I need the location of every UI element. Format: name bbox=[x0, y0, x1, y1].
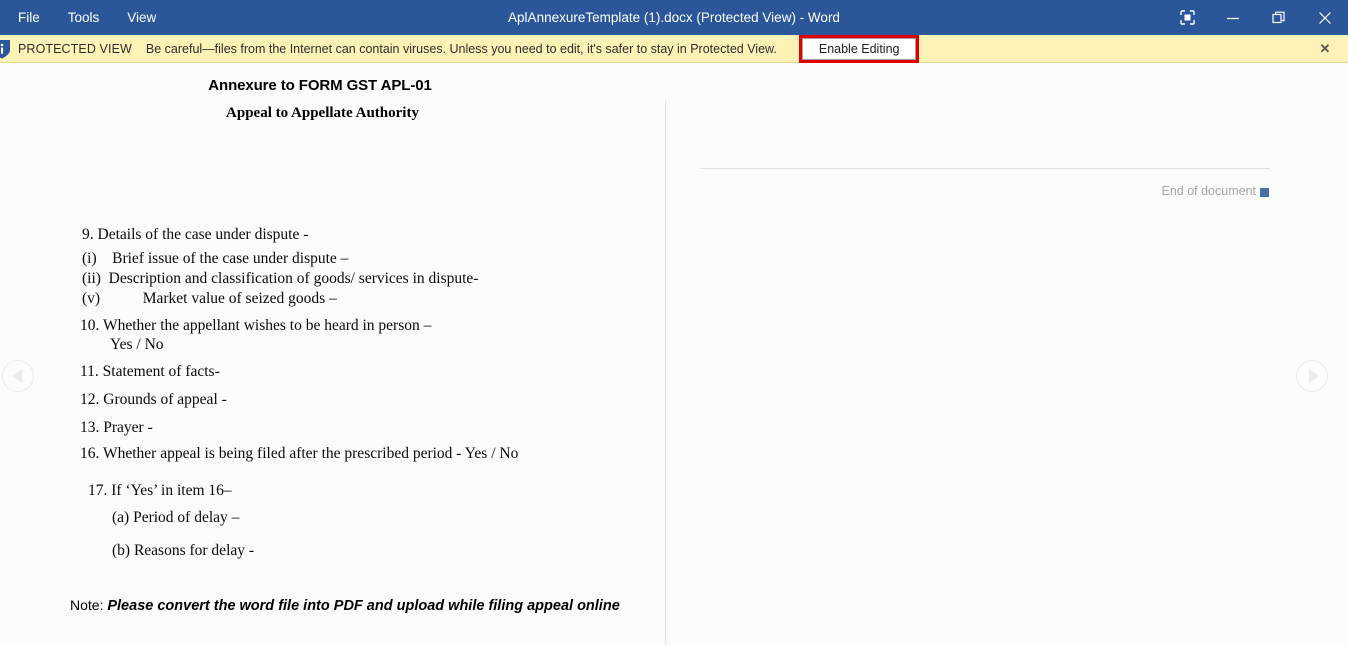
close-button[interactable] bbox=[1302, 0, 1348, 35]
window-title: AplAnnexureTemplate (1).docx (Protected … bbox=[0, 0, 1348, 35]
protected-view-message: Be careful—files from the Internet can c… bbox=[146, 42, 777, 56]
document-line: (b) Reasons for delay - bbox=[112, 542, 254, 560]
document-line: 16. Whether appeal is being filed after … bbox=[80, 445, 518, 463]
end-of-document-rule bbox=[700, 168, 1270, 169]
document-note-body: Please convert the word file into PDF an… bbox=[107, 598, 619, 614]
restore-button[interactable] bbox=[1256, 0, 1302, 35]
ribbon-display-options-button[interactable] bbox=[1164, 0, 1210, 35]
document-line: 13. Prayer - bbox=[80, 419, 153, 437]
document-workspace: Annexure to FORM GST APL-01 Appeal to Ap… bbox=[0, 64, 1348, 645]
document-line: 10. Whether the appellant wishes to be h… bbox=[80, 317, 431, 335]
document-line: 12. Grounds of appeal - bbox=[80, 391, 227, 409]
enable-editing-button[interactable]: Enable Editing bbox=[802, 38, 917, 60]
document-note: Note: Please convert the word file into … bbox=[70, 597, 620, 614]
document-page[interactable]: Annexure to FORM GST APL-01 Appeal to Ap… bbox=[0, 64, 665, 645]
document-line: 9. Details of the case under dispute - bbox=[82, 226, 308, 244]
document-line: Yes / No bbox=[110, 336, 164, 354]
document-line: 17. If ‘Yes’ in item 16– bbox=[88, 482, 232, 500]
window-controls bbox=[1164, 0, 1348, 35]
document-page-next[interactable]: End of document bbox=[666, 64, 1348, 645]
document-note-label: Note: bbox=[70, 597, 107, 613]
enable-editing-highlight: Enable Editing bbox=[799, 35, 920, 63]
previous-page-button[interactable] bbox=[2, 360, 34, 392]
document-line: (ii) Description and classification of g… bbox=[82, 270, 478, 288]
restore-icon bbox=[1272, 11, 1286, 25]
document-line: (i) Brief issue of the case under disput… bbox=[82, 250, 348, 268]
document-line: (a) Period of delay – bbox=[112, 509, 239, 527]
protected-view-label: PROTECTED VIEW bbox=[18, 42, 132, 56]
ribbon-display-options-icon bbox=[1180, 10, 1195, 25]
document-heading-main: Annexure to FORM GST APL-01 bbox=[0, 77, 640, 94]
close-icon bbox=[1318, 11, 1332, 25]
menu-item-file[interactable]: File bbox=[4, 0, 54, 35]
minimize-button[interactable] bbox=[1210, 0, 1256, 35]
next-page-button[interactable] bbox=[1296, 360, 1328, 392]
menu-item-view[interactable]: View bbox=[113, 0, 170, 35]
document-line: 11. Statement of facts- bbox=[80, 363, 220, 381]
menu-bar: File Tools View bbox=[0, 0, 170, 35]
next-page-icon bbox=[1309, 369, 1319, 383]
document-heading-sub: Appeal to Appellate Authority bbox=[0, 105, 645, 122]
end-of-document-label: End of document bbox=[666, 184, 1256, 198]
previous-page-icon bbox=[12, 369, 22, 383]
close-protected-view-bar-icon[interactable]: ✕ bbox=[1312, 35, 1338, 63]
minimize-icon bbox=[1226, 11, 1240, 25]
menu-item-tools[interactable]: Tools bbox=[54, 0, 114, 35]
end-of-document-marker-icon bbox=[1260, 188, 1269, 197]
document-line: (v) Market value of seized goods – bbox=[82, 290, 337, 308]
protected-view-bar: PROTECTED VIEW Be careful—files from the… bbox=[0, 35, 1348, 63]
shield-info-icon bbox=[0, 35, 14, 63]
title-bar: File Tools View AplAnnexureTemplate (1).… bbox=[0, 0, 1348, 35]
